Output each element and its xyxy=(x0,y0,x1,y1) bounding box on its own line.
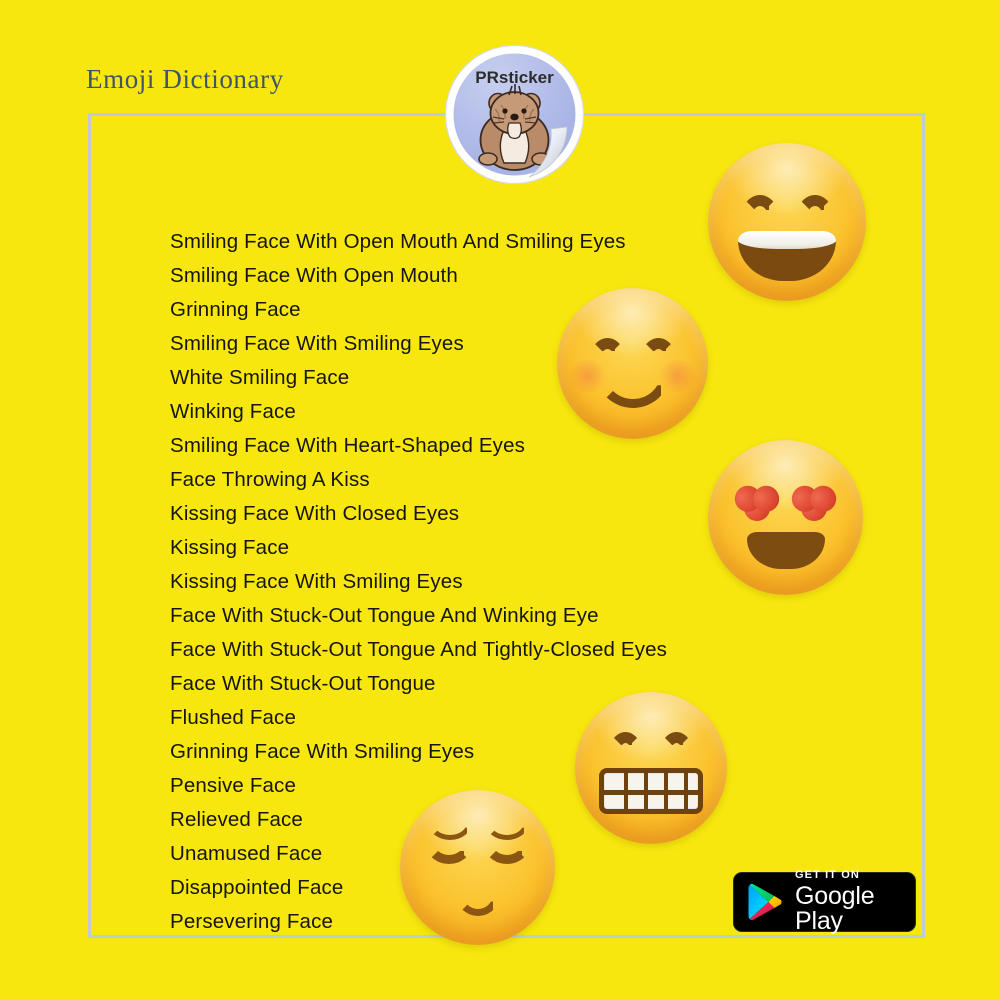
list-item: Pensive Face xyxy=(170,774,297,797)
list-item: Face With Stuck-Out Tongue xyxy=(170,672,436,695)
list-item: Face Throwing A Kiss xyxy=(170,468,370,491)
poster-canvas: Emoji Dictionary Smiling Face With Open … xyxy=(0,0,1000,1000)
google-play-icon xyxy=(748,883,782,921)
list-item: Kissing Face With Smiling Eyes xyxy=(170,570,463,593)
list-item: Disappointed Face xyxy=(170,876,344,899)
google-play-wordmark: Google Play xyxy=(795,882,875,935)
list-item: Grinning Face With Smiling Eyes xyxy=(170,740,475,763)
google-play-tagline: GET IT ON xyxy=(795,869,860,881)
list-item: Winking Face xyxy=(170,400,296,423)
emoji-name-list: Smiling Face With Open Mouth And Smiling… xyxy=(170,225,770,939)
list-item: Smiling Face With Smiling Eyes xyxy=(170,332,464,355)
list-item: Grinning Face xyxy=(170,298,301,321)
google-play-badge-text: GET IT ON Google Play xyxy=(795,870,915,934)
list-item: Kissing Face With Closed Eyes xyxy=(170,502,460,525)
list-item: Kissing Face xyxy=(170,536,290,559)
prsticker-logo-svg: PRsticker xyxy=(444,44,585,185)
list-item: Flushed Face xyxy=(170,706,297,729)
list-item: Smiling Face With Heart-Shaped Eyes xyxy=(170,434,526,457)
page-title: Emoji Dictionary xyxy=(86,64,284,94)
list-item: White Smiling Face xyxy=(170,366,350,389)
prsticker-logo[interactable]: PRsticker xyxy=(443,43,586,186)
list-item: Relieved Face xyxy=(170,808,303,831)
google-play-badge[interactable]: GET IT ON Google Play xyxy=(733,870,916,934)
list-item: Face With Stuck-Out Tongue And Tightly-C… xyxy=(170,638,668,661)
list-item: Smiling Face With Open Mouth And Smiling… xyxy=(170,230,626,253)
list-item: Unamused Face xyxy=(170,842,323,865)
list-item: Persevering Face xyxy=(170,910,334,933)
list-item: Smiling Face With Open Mouth xyxy=(170,264,458,287)
list-item: Face With Stuck-Out Tongue And Winking E… xyxy=(170,604,599,627)
